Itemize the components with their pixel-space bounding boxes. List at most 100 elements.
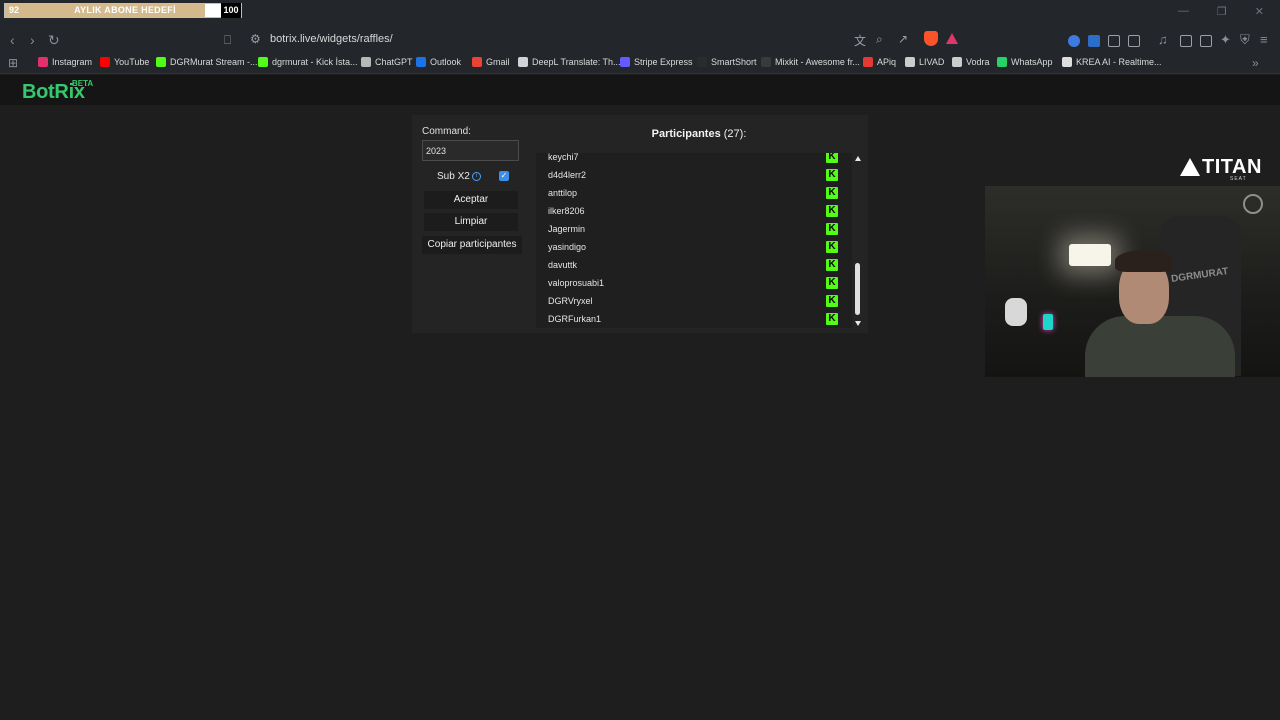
forward-icon[interactable]: › [30, 32, 35, 48]
leo-ai-icon[interactable]: ✦ [1220, 32, 1231, 48]
kick-icon: K [826, 313, 838, 325]
robot-figure [1005, 298, 1027, 326]
clear-button[interactable]: Limpiar [424, 213, 518, 231]
participant-row: valoprosuabi1 K [536, 275, 852, 293]
url-text[interactable]: botrix.live/widgets/raffles/ [270, 33, 393, 45]
bookmark-krea[interactable]: KREA AI - Realtime... [1062, 57, 1162, 67]
bookmark-label: DeepL Translate: Th... [532, 57, 621, 67]
bookmark-whatsapp[interactable]: WhatsApp [997, 57, 1053, 67]
chevron-right-icon[interactable]: » [1252, 55, 1259, 71]
participant-row: yasindigo K [536, 239, 852, 257]
bookmark-label: KREA AI - Realtime... [1076, 57, 1162, 67]
bookmark-kick[interactable]: DGRMurat Stream -... [156, 57, 258, 67]
brave-rewards-icon[interactable] [946, 33, 958, 44]
bookmark-label: APiq [877, 57, 897, 67]
participant-name: yasindigo [548, 242, 587, 252]
scroll-thumb[interactable] [855, 263, 860, 315]
participant-name: davuttk [548, 260, 578, 270]
participant-row: davuttk K [536, 257, 852, 275]
extension-icon[interactable] [1128, 35, 1140, 47]
participants-scrollbar[interactable] [854, 153, 862, 328]
subscriber-goal-bar: 92 AYLIK ABONE HEDEFİ 100 [4, 3, 242, 18]
participants-title: Participantes (27): [536, 128, 862, 140]
scroll-down-icon[interactable] [855, 321, 861, 326]
bookmark-icon[interactable]: ⎕ [224, 32, 231, 48]
command-input[interactable] [422, 140, 519, 161]
app-header: BotRix BETA [0, 75, 1280, 105]
navigation-bar: ‹ › ↻ ⎕ ⚙ botrix.live/widgets/raffles/ 文… [0, 26, 1280, 54]
bookmark-label: Gmail [486, 57, 510, 67]
bookmark-instagram[interactable]: Instagram [38, 57, 92, 67]
bookmark-smartshort[interactable]: SmartShort [697, 57, 757, 67]
info-icon[interactable]: i [472, 172, 481, 181]
streamer-hair [1115, 250, 1173, 272]
bookmark-chatgpt[interactable]: ChatGPT [361, 57, 413, 67]
bookmark-kick[interactable]: dgrmurat - Kick İsta... [258, 57, 358, 67]
participant-name: DGRFurkan1 [548, 314, 602, 324]
participant-row: Jagermin K [536, 221, 852, 239]
minimize-icon[interactable]: — [1178, 5, 1189, 18]
streamer-body [1085, 316, 1235, 377]
extension-icon[interactable] [1108, 35, 1120, 47]
deepl-icon [518, 57, 528, 67]
bookmark-outlook[interactable]: Outlook [416, 57, 461, 67]
back-icon[interactable]: ‹ [10, 32, 15, 48]
participants-list[interactable]: keychi7 Kd4d4lerr2 Kanttilop Kilker8206 K Jag… [536, 153, 852, 328]
bookmark-label: SmartShort [711, 57, 757, 67]
bookmark-youtube[interactable]: YouTube [100, 57, 149, 67]
bookmark-vodra[interactable]: Vodra [952, 57, 990, 67]
titan-logo-icon [1180, 158, 1200, 176]
menu-icon[interactable]: ≡ [1260, 32, 1268, 48]
scroll-up-icon[interactable] [855, 156, 861, 161]
participant-row: d4d4lerr2 K [536, 167, 852, 185]
sidebar-icon[interactable] [1180, 35, 1192, 47]
apps-icon[interactable]: ⊞ [8, 55, 18, 71]
bookmark-label: Mixkit - Awesome fr... [775, 57, 860, 67]
bookmarks-bar: ⊞ Instagram YouTube DGRMurat Stream -... dg… [0, 54, 1280, 74]
bookmark-apiq[interactable]: APiq [863, 57, 896, 67]
site-info-icon[interactable]: ⚙ [250, 32, 261, 46]
close-icon[interactable]: ✕ [1255, 5, 1264, 18]
bookmark-stripe[interactable]: Stripe Express [620, 57, 693, 67]
title-bar: 92 AYLIK ABONE HEDEFİ 100 — ❐ ✕ [0, 0, 1280, 26]
kick-icon: K [826, 153, 838, 163]
kick-icon [156, 57, 166, 67]
gmail-icon [472, 57, 482, 67]
bookmark-label: LIVAD [919, 57, 945, 67]
smartshort-icon [697, 57, 707, 67]
extension-icon[interactable] [1068, 35, 1080, 47]
participant-row: keychi7 K [536, 153, 852, 167]
brave-shields-icon[interactable] [924, 31, 938, 46]
sub-x2-checkbox[interactable]: ✓ [499, 171, 509, 181]
accept-button[interactable]: Aceptar [424, 191, 518, 209]
bookmark-mixkit[interactable]: Mixkit - Awesome fr... [761, 57, 860, 67]
bookmark-deepl[interactable]: DeepL Translate: Th... [518, 57, 621, 67]
mixkit-icon [761, 57, 771, 67]
copy-participants-button[interactable]: Copiar participantes [422, 236, 522, 254]
translate-icon[interactable]: 文 [854, 32, 866, 49]
bookmark-label: dgrmurat - Kick İsta... [272, 57, 358, 67]
bookmark-gmail[interactable]: Gmail [472, 57, 510, 67]
vpn-icon[interactable]: ⛨ [1240, 32, 1250, 48]
reload-icon[interactable]: ↻ [48, 32, 60, 48]
address-bar[interactable]: ⚙ botrix.live/widgets/raffles/ 文 ⌕ ↗ [244, 29, 964, 51]
sponsor-sub: SEAT [1230, 176, 1247, 182]
beta-badge: BETA [72, 79, 94, 88]
wallet-icon[interactable] [1200, 35, 1212, 47]
kick-icon: K [826, 295, 838, 307]
bookmark-livad[interactable]: LIVAD [905, 57, 944, 67]
titan-seat-logo: TITAN SEAT [1180, 156, 1262, 182]
goal-target: 100 [221, 3, 241, 18]
neon-phone [1043, 314, 1053, 330]
stripe-icon [620, 57, 630, 67]
extension-icon[interactable] [1088, 35, 1100, 47]
kick-icon: K [826, 277, 838, 289]
zoom-icon[interactable]: ⌕ [876, 32, 883, 47]
restore-icon[interactable]: ❐ [1217, 5, 1227, 18]
outlook-icon [416, 57, 426, 67]
raffle-widget: Command: Sub X2 i ✓ Aceptar Limpiar Copi… [412, 115, 868, 333]
kick-icon: K [826, 169, 838, 181]
media-icon[interactable]: ♫ [1158, 32, 1168, 48]
share-icon[interactable]: ↗ [898, 32, 908, 46]
kick-icon: K [826, 241, 838, 253]
